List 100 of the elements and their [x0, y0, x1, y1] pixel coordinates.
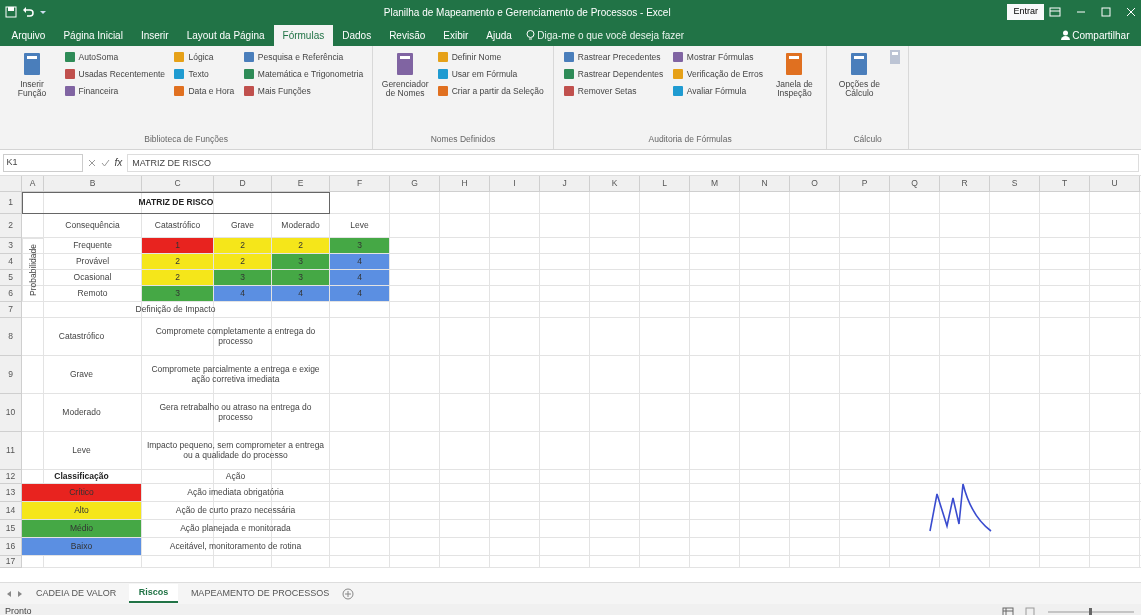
ribbon-tab[interactable]: Página Inicial: [54, 25, 132, 46]
ribbon-tab[interactable]: Fórmulas: [273, 25, 334, 46]
row-header[interactable]: 2: [0, 214, 22, 238]
zoom-slider-icon[interactable]: [1046, 607, 1136, 615]
ribbon-tab[interactable]: Inserir: [131, 25, 178, 46]
risk-cell: 2: [142, 270, 214, 286]
column-header[interactable]: K: [590, 176, 640, 192]
ribbon-button[interactable]: Remover Setas: [559, 82, 667, 100]
column-header[interactable]: L: [640, 176, 690, 192]
row-header[interactable]: 12: [0, 470, 22, 484]
ribbon-button[interactable]: Gerenciador de Nomes: [379, 49, 432, 101]
column-header[interactable]: T: [1040, 176, 1090, 192]
column-header[interactable]: P: [840, 176, 890, 192]
column-header[interactable]: B: [44, 176, 142, 192]
add-sheet-icon[interactable]: [341, 587, 354, 600]
sheet-tab[interactable]: CADEIA DE VALOR: [26, 584, 127, 603]
row-header[interactable]: 5: [0, 270, 22, 286]
row-header[interactable]: 16: [0, 538, 22, 556]
column-header[interactable]: M: [690, 176, 740, 192]
formula-field[interactable]: MATRIZ DE RISCO: [127, 153, 1139, 172]
ribbon-button[interactable]: Financeira: [60, 82, 168, 100]
ribbon-display-icon[interactable]: [1049, 7, 1061, 17]
ribbon-button[interactable]: Inserir Função: [6, 49, 58, 101]
column-header[interactable]: C: [142, 176, 214, 192]
share-button[interactable]: Compartilhar: [1051, 24, 1139, 46]
column-header[interactable]: D: [214, 176, 272, 192]
row-header[interactable]: 15: [0, 520, 22, 538]
ribbon-button[interactable]: Criar a partir da Seleção: [433, 82, 547, 100]
ribbon-button[interactable]: Data e Hora: [170, 82, 238, 100]
calculator-icon[interactable]: [887, 49, 902, 65]
column-header[interactable]: G: [390, 176, 440, 192]
ribbon-tab[interactable]: Layout da Página: [177, 25, 274, 46]
name-box[interactable]: K1: [2, 153, 83, 172]
sheet-tab[interactable]: MAPEAMENTO DE PROCESSOS: [180, 584, 340, 603]
ribbon-button[interactable]: Matemática e Trigonometria: [239, 65, 367, 83]
previous-sheet-icon[interactable]: [5, 589, 13, 598]
ribbon-button[interactable]: Verificação de Erros: [668, 65, 766, 83]
ribbon-button[interactable]: Opções de Cálculo: [833, 49, 886, 101]
close-icon[interactable]: [1126, 7, 1136, 17]
person-icon: [1060, 30, 1070, 40]
ribbon-button[interactable]: Mais Funções: [239, 82, 367, 100]
row-header[interactable]: 1: [0, 192, 22, 214]
column-header[interactable]: J: [540, 176, 590, 192]
function-button[interactable]: fx: [114, 155, 123, 170]
row-header[interactable]: 10: [0, 394, 22, 432]
table-title: MATRIZ DE RISCO: [22, 192, 330, 214]
ribbon-button[interactable]: AutoSoma: [60, 49, 168, 66]
tell-me-field[interactable]: Diga-me o que você deseja fazer: [525, 27, 685, 43]
column-header[interactable]: N: [740, 176, 790, 192]
ribbon-button[interactable]: Usar em Fórmula: [433, 65, 547, 83]
ribbon-button[interactable]: Usadas Recentemente: [60, 65, 168, 83]
column-header[interactable]: A: [22, 176, 44, 192]
column-header[interactable]: I: [490, 176, 540, 192]
ribbon-tab[interactable]: Exibir: [434, 25, 478, 46]
row-header[interactable]: 7: [0, 302, 22, 318]
ribbon-tab[interactable]: Revisão: [380, 25, 435, 46]
ribbon-tab[interactable]: Dados: [333, 25, 381, 46]
column-header[interactable]: S: [990, 176, 1040, 192]
ribbon-tab[interactable]: Arquivo: [2, 25, 55, 46]
row-header[interactable]: 11: [0, 432, 22, 470]
row-header[interactable]: 14: [0, 502, 22, 520]
column-header[interactable]: E: [272, 176, 330, 192]
row-header[interactable]: 8: [0, 318, 22, 356]
ribbon-button[interactable]: Avaliar Fórmula: [668, 82, 766, 100]
ribbon-button[interactable]: Pesquisa e Referência: [239, 49, 367, 66]
undo-icon[interactable]: [22, 6, 34, 18]
cancel-icon[interactable]: [87, 158, 96, 167]
ribbon-button[interactable]: Definir Nome: [433, 49, 547, 66]
next-sheet-icon[interactable]: [15, 589, 24, 598]
ribbon-button[interactable]: Rastrear Dependentes: [559, 65, 667, 83]
column-header[interactable]: H: [440, 176, 490, 192]
row-header[interactable]: 6: [0, 286, 22, 302]
check-icon[interactable]: [100, 158, 110, 167]
sheet-tab[interactable]: Riscos: [128, 583, 179, 604]
column-header[interactable]: O: [790, 176, 840, 192]
maximize-icon[interactable]: [1101, 7, 1111, 17]
save-icon[interactable]: [5, 6, 17, 18]
caret-icon[interactable]: [39, 8, 47, 16]
row-header[interactable]: 3: [0, 238, 22, 254]
column-header[interactable]: Q: [890, 176, 940, 192]
ribbon-button[interactable]: Mostrar Fórmulas: [668, 49, 766, 66]
column-header[interactable]: R: [940, 176, 990, 192]
ribbon-button[interactable]: Texto: [170, 65, 238, 83]
risk-cell: 4: [214, 286, 272, 302]
normal-view-icon[interactable]: [1002, 607, 1014, 615]
risk-cell: 4: [330, 254, 390, 270]
column-header[interactable]: U: [1090, 176, 1140, 192]
column-header[interactable]: F: [330, 176, 390, 192]
group-label: Cálculo: [852, 133, 883, 147]
row-header[interactable]: 17: [0, 556, 22, 568]
risk-cell: 4: [330, 286, 390, 302]
risk-cell: 3: [214, 270, 272, 286]
ribbon-tab[interactable]: Ajuda: [477, 25, 521, 46]
ribbon-button[interactable]: Janela de Inspeção: [768, 49, 821, 101]
row-header[interactable]: 13: [0, 484, 22, 502]
row-header[interactable]: 4: [0, 254, 22, 270]
row-header[interactable]: 9: [0, 356, 22, 394]
ribbon-button[interactable]: Rastrear Precedentes: [559, 49, 667, 66]
sign-in-button[interactable]: Entrar: [1007, 4, 1044, 20]
ribbon-button[interactable]: Lógica: [170, 49, 238, 66]
